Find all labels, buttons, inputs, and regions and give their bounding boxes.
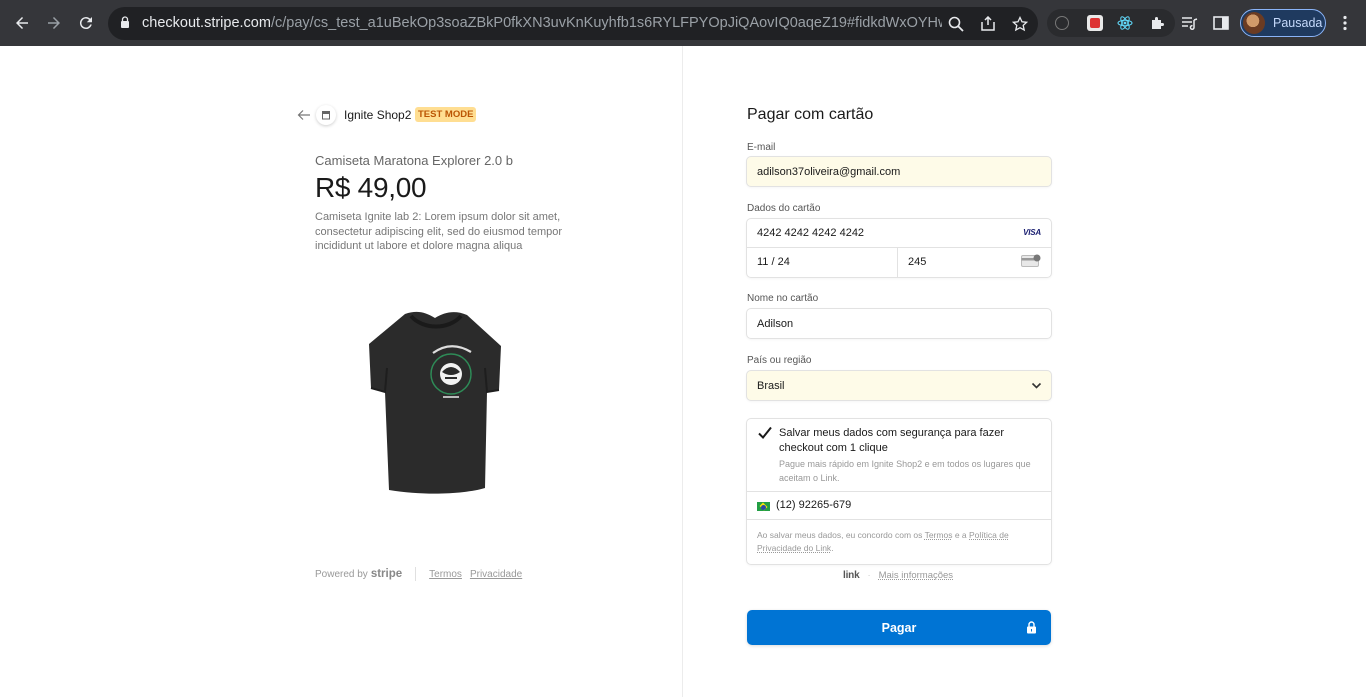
consent-terms-link[interactable]: Termos xyxy=(925,530,953,540)
card-expiry-field[interactable]: 11 / 24 xyxy=(747,248,898,277)
menu-icon[interactable] xyxy=(1333,11,1357,35)
forward-icon[interactable] xyxy=(42,11,66,35)
pay-button-label: Pagar xyxy=(881,620,917,635)
pay-button[interactable]: Pagar xyxy=(747,610,1051,645)
extension-icon[interactable] xyxy=(1055,16,1069,30)
powered-by-footer: Powered by stripe Termos Privacidade xyxy=(315,567,530,581)
react-icon[interactable] xyxy=(1117,15,1133,31)
back-icon[interactable] xyxy=(10,11,34,35)
chevron-down-icon xyxy=(1031,382,1042,389)
phone-value: (12) 92265-679 xyxy=(776,499,852,511)
save-info-subtitle: Pague mais rápido em Ignite Shop2 e em t… xyxy=(779,459,1031,483)
profile-label: Pausada xyxy=(1273,16,1323,30)
checkmark-icon[interactable] xyxy=(757,425,773,441)
cvc-icon xyxy=(1021,254,1041,267)
url-text: checkout.stripe.com/c/pay/cs_test_a1uBek… xyxy=(142,15,942,31)
card-expiry-value: 11 / 24 xyxy=(757,256,790,268)
extensions-group xyxy=(1047,9,1175,37)
more-info-link[interactable]: Mais informações xyxy=(879,570,953,581)
product-price: R$ 49,00 xyxy=(315,172,427,203)
terms-link[interactable]: Termos xyxy=(429,569,462,580)
product-description: Camiseta Ignite lab 2: Lorem ipsum dolor… xyxy=(315,211,563,252)
brazil-flag-icon xyxy=(757,502,770,511)
product-name: Camiseta Maratona Explorer 2.0 b xyxy=(315,153,513,168)
name-label: Nome no cartão xyxy=(747,293,819,304)
consent-text: Ao salvar meus dados, eu concordo com os… xyxy=(757,530,1009,553)
link-footer: link · Mais informações xyxy=(843,570,953,581)
privacy-link[interactable]: Privacidade xyxy=(470,569,522,580)
shop-icon xyxy=(316,105,336,125)
stripe-logo[interactable]: stripe xyxy=(371,568,402,580)
card-details: 4242 4242 4242 4242 VISA 11 / 24 245 xyxy=(746,218,1052,278)
reload-icon[interactable] xyxy=(74,11,98,35)
payment-form: Pagar com cartão E-mail adilson37oliveir… xyxy=(683,46,1366,697)
link-save-box: Salvar meus dados com segurança para faz… xyxy=(746,418,1052,565)
email-field[interactable]: adilson37oliveira@gmail.com xyxy=(746,156,1052,187)
extension-icon[interactable] xyxy=(1087,15,1103,31)
email-value: adilson37oliveira@gmail.com xyxy=(757,166,901,178)
test-mode-badge: TEST MODE xyxy=(415,107,477,122)
address-bar[interactable]: checkout.stripe.com/c/pay/cs_test_a1uBek… xyxy=(108,7,1038,40)
cardholder-name-value: Adilson xyxy=(757,318,794,330)
country-select[interactable]: Brasil xyxy=(746,370,1052,401)
email-label: E-mail xyxy=(747,142,776,153)
phone-field[interactable]: (12) 92265-679 xyxy=(747,491,1051,520)
card-number-value: 4242 4242 4242 4242 xyxy=(757,227,865,239)
form-title: Pagar com cartão xyxy=(747,106,874,123)
star-icon[interactable] xyxy=(1010,14,1030,34)
puzzle-icon[interactable] xyxy=(1149,15,1165,31)
back-arrow-icon[interactable] xyxy=(297,108,311,122)
avatar xyxy=(1243,12,1265,34)
card-cvc-value: 245 xyxy=(908,256,927,268)
link-logo: link xyxy=(843,570,860,581)
lock-icon xyxy=(121,16,129,28)
browser-toolbar: checkout.stripe.com/c/pay/cs_test_a1uBek… xyxy=(0,0,1366,46)
visa-icon: VISA xyxy=(1023,228,1041,237)
zoom-icon[interactable] xyxy=(946,14,966,34)
profile-button[interactable]: Pausada xyxy=(1240,9,1326,37)
media-icon[interactable] xyxy=(1177,11,1201,35)
sidepanel-icon[interactable] xyxy=(1209,11,1233,35)
merchant-name[interactable]: Ignite Shop2 xyxy=(344,108,411,122)
footer-dot: · xyxy=(867,570,871,581)
powered-by-text: Powered by xyxy=(315,568,368,580)
card-number-field[interactable]: 4242 4242 4242 4242 VISA xyxy=(747,219,1051,248)
country-label: País ou região xyxy=(747,355,812,366)
product-image xyxy=(369,311,501,494)
country-value: Brasil xyxy=(757,380,785,392)
share-icon[interactable] xyxy=(978,14,998,34)
card-cvc-field[interactable]: 245 xyxy=(898,248,1051,277)
lock-icon xyxy=(1027,621,1036,634)
order-summary: Ignite Shop2 TEST MODE Camiseta Maratona… xyxy=(0,46,683,697)
cardholder-name-field[interactable]: Adilson xyxy=(746,308,1052,339)
footer-divider xyxy=(415,567,417,581)
card-label: Dados do cartão xyxy=(747,203,821,214)
save-info-title: Salvar meus dados com segurança para faz… xyxy=(779,427,1005,454)
